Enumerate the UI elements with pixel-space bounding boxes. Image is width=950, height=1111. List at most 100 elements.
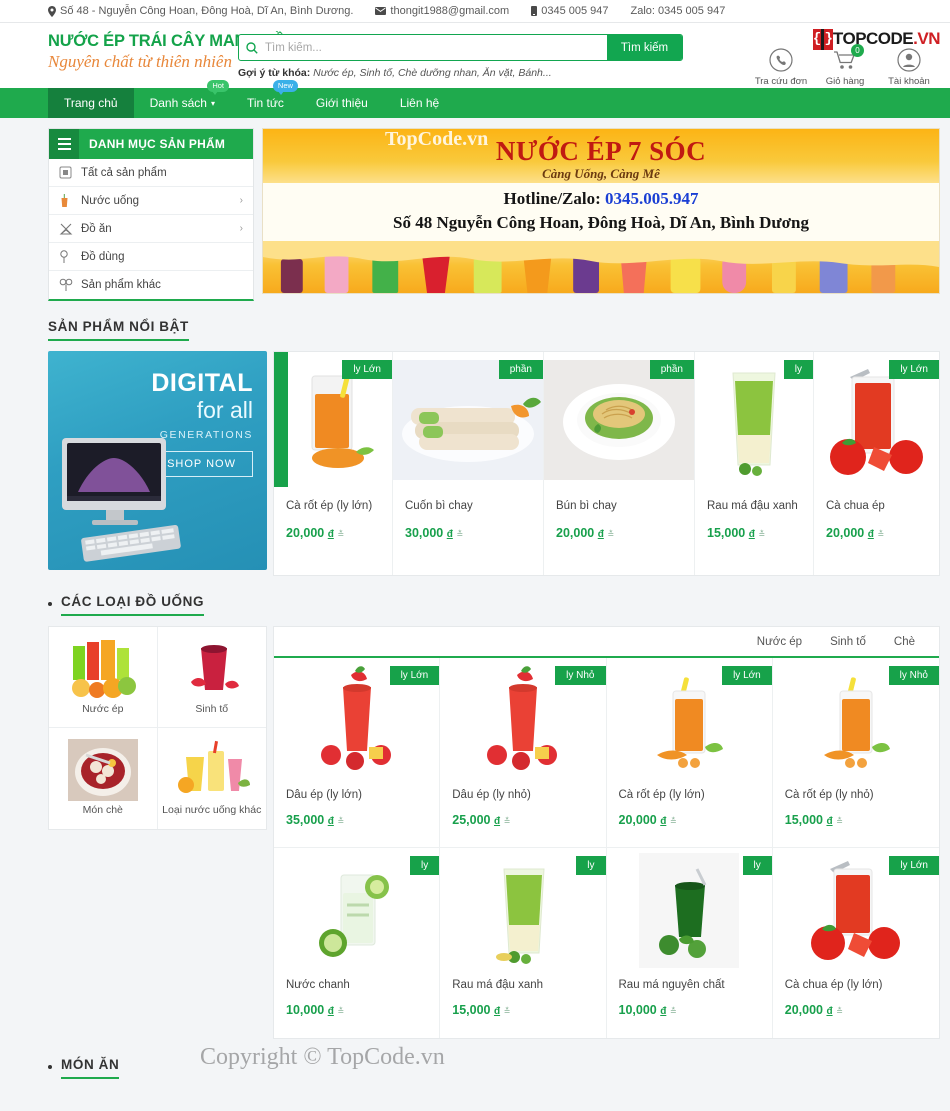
mixed-juice-glasses-image bbox=[60, 635, 146, 703]
currency-symbol: đ bbox=[748, 528, 755, 540]
page-root: Số 48 - Nguyễn Công Hoan, Đông Hoà, Dĩ A… bbox=[0, 0, 950, 1089]
product-price: 35,000 đ ≛ bbox=[286, 813, 345, 827]
chevron-right-icon: › bbox=[239, 223, 243, 234]
product-price: 10,000 đ ≛ bbox=[618, 1003, 677, 1017]
search-button[interactable]: Tìm kiếm bbox=[607, 35, 682, 60]
nav-item-tin-tuc[interactable]: New Tin tức bbox=[231, 80, 300, 118]
carousel-prev-strip[interactable] bbox=[274, 352, 288, 487]
tile-mon-che[interactable]: Món chè bbox=[49, 728, 158, 829]
ad-subtitle: for all bbox=[196, 397, 253, 423]
currency-symbol: đ bbox=[826, 816, 833, 827]
logo-line-2: Nguyên chất từ thiên nhiên bbox=[48, 52, 232, 71]
product-card[interactable]: ly Rau má đậu xanh 15,000 đ ≛ bbox=[440, 848, 607, 1038]
product-badge: phần bbox=[649, 360, 694, 379]
product-badge: ly bbox=[410, 856, 440, 875]
tile-loai-nuoc-uong-khac[interactable]: Loại nước uống khác bbox=[158, 728, 267, 829]
nav-label: Trang chủ bbox=[64, 96, 118, 110]
currency-symbol: đ bbox=[493, 816, 501, 827]
product-price: 10,000 đ ≛ bbox=[286, 1003, 345, 1017]
tab-che[interactable]: Chè bbox=[880, 636, 929, 648]
nav-item-trang-chu[interactable]: Trang chủ bbox=[48, 88, 134, 118]
main-navigation: Trang chủ Hot Danh sách ▾ New Tin tức Gi… bbox=[0, 80, 950, 118]
product-price: 20,000 đ ≛ bbox=[556, 525, 615, 540]
product-badge: phần bbox=[498, 360, 543, 379]
drinks-panel: Nước ép Sinh tố Chè ly Lớn Dâu ép (ly lớ… bbox=[273, 626, 940, 1039]
nav-item-danh-sach[interactable]: Hot Danh sách ▾ bbox=[134, 80, 231, 118]
search-area: Tìm kiếm Gợi ý từ khóa: Nước ép, Sinh tố… bbox=[238, 28, 683, 79]
strawberry-smoothie-image bbox=[169, 635, 255, 703]
product-price: 30,000 đ ≛ bbox=[405, 525, 464, 540]
currency-symbol: đ bbox=[327, 816, 334, 827]
hamburger-menu-icon[interactable] bbox=[49, 129, 79, 159]
sidebar-item-do-an[interactable]: Đồ ăn › bbox=[49, 215, 253, 243]
sidebar-item-tat-ca-san-pham[interactable]: Tất cả sản phẩm bbox=[49, 159, 253, 187]
nav-item-lien-he[interactable]: Liên hệ bbox=[384, 88, 455, 118]
envelope-icon bbox=[375, 7, 387, 15]
tile-label: Sinh tố bbox=[195, 703, 229, 715]
grid-all-products-icon bbox=[59, 166, 81, 179]
product-card[interactable]: ly Nước chanh 10,000 đ ≛ bbox=[274, 848, 441, 1038]
tab-nuoc-ep[interactable]: Nước ép bbox=[743, 636, 816, 648]
banner-bottom-stripe bbox=[263, 241, 939, 293]
product-card[interactable]: ly Lớn Dâu ép (ly lớn) 35,000 đ ≛ bbox=[274, 658, 441, 848]
topbar-phone[interactable]: 0345 005 947 bbox=[531, 5, 609, 17]
promo-banner[interactable]: NƯỚC ÉP 7 SÓC Càng Uống, Càng Mê Hotline… bbox=[262, 128, 940, 294]
sidebar-item-label: Tất cả sản phẩm bbox=[81, 166, 167, 179]
product-card[interactable]: ly Lớn Cà rốt ép (ly lớn) 20,000 đ ≛ bbox=[606, 658, 773, 848]
product-badge: ly Lớn bbox=[889, 856, 939, 875]
product-badge: ly Lớn bbox=[889, 360, 939, 379]
search-keyword-suggestions: Gợi ý từ khóa: Nước ép, Sinh tố, Chè dưỡ… bbox=[238, 67, 683, 79]
side-advertisement[interactable]: DIGITAL for all GENERATIONS SHOP NOW bbox=[48, 351, 267, 570]
product-price: 20,000 đ ≛ bbox=[286, 525, 345, 540]
product-card[interactable]: ly Lớn Cà chua ép 20,000 đ ≛ bbox=[814, 352, 939, 575]
banner-hotline-number: 0345.005.947 bbox=[605, 189, 699, 208]
topbar-address-text: Số 48 - Nguyễn Công Hoan, Đông Hoà, Dĩ A… bbox=[60, 5, 354, 17]
product-badge: ly Nhỏ bbox=[888, 666, 939, 685]
nav-label: Tin tức bbox=[246, 96, 284, 110]
product-name: Rau má nguyên chất bbox=[618, 979, 725, 991]
banner-hotline: Hotline/Zalo: 0345.005.947 bbox=[263, 189, 939, 209]
product-name: Cuốn bì chay bbox=[405, 500, 473, 512]
drinks-section-heading: CÁC LOẠI ĐỒ UỐNG bbox=[48, 576, 940, 626]
tab-sinh-to[interactable]: Sinh tố bbox=[816, 636, 880, 648]
topbar-phone-text: 0345 005 947 bbox=[541, 5, 609, 17]
sidebar-item-san-pham-khac[interactable]: Sản phẩm khác bbox=[49, 271, 253, 299]
banner-hotline-label: Hotline/Zalo: bbox=[503, 189, 601, 208]
topbar-email[interactable]: thongit1988@gmail.com bbox=[375, 5, 509, 17]
tile-label: Món chè bbox=[82, 804, 123, 816]
chevron-down-icon: ▾ bbox=[210, 98, 215, 108]
topbar-zalo[interactable]: Zalo: 0345 005 947 bbox=[631, 5, 726, 17]
featured-products-row: DIGITAL for all GENERATIONS SHOP NOW ly … bbox=[48, 351, 940, 576]
currency-symbol: đ bbox=[327, 528, 334, 540]
main-content: DANH MỤC SẢN PHẨM Tất cả sản phẩm Nước u… bbox=[0, 118, 950, 1089]
product-card[interactable]: ly Nhỏ Dâu ép (ly nhỏ) 25,000 đ ≛ bbox=[440, 658, 607, 848]
nav-badge-hot: Hot bbox=[207, 80, 229, 95]
currency-symbol: đ bbox=[867, 528, 874, 540]
product-card[interactable]: phần Bún bì chay 20,000 đ ≛ bbox=[544, 352, 695, 575]
product-card[interactable]: phần Cuốn bì chay 30,000 đ ≛ bbox=[393, 352, 544, 575]
topbar-email-text: thongit1988@gmail.com bbox=[390, 5, 510, 17]
sidebar-item-do-dung[interactable]: Đồ dùng bbox=[49, 243, 253, 271]
search-box[interactable]: Tìm kiếm bbox=[238, 34, 683, 61]
product-name: Rau má đậu xanh bbox=[452, 979, 544, 991]
tile-sinh-to[interactable]: Sinh tố bbox=[157, 627, 266, 728]
currency-symbol: đ bbox=[660, 1006, 667, 1017]
product-card[interactable]: ly Nhỏ Cà rốt ép (ly nhỏ) 15,000 đ ≛ bbox=[772, 658, 939, 848]
category-menu-title: DANH MỤC SẢN PHẨM bbox=[89, 137, 226, 151]
banner-title: NƯỚC ÉP 7 SÓC bbox=[495, 136, 707, 166]
sidebar-item-nuoc-uong[interactable]: Nước uống › bbox=[49, 187, 253, 215]
product-card[interactable]: ly Lớn Cà rốt ép (ly lớn) 20,000 đ ≛ bbox=[274, 352, 393, 575]
nav-item-gioi-thieu[interactable]: Giới thiệu bbox=[300, 88, 384, 118]
site-logo[interactable]: NƯỚC ÉP TRÁI CÂY MANG VỀ Nguyên chất từ … bbox=[0, 28, 285, 72]
sidebar-item-label: Nước uống bbox=[81, 194, 140, 207]
product-card[interactable]: ly Rau má đậu xanh 15,000 đ ≛ bbox=[695, 352, 814, 575]
tile-nuoc-ep[interactable]: Nước ép bbox=[49, 627, 158, 728]
ad-title: DIGITAL bbox=[151, 369, 253, 397]
search-input[interactable] bbox=[265, 35, 607, 60]
food-title: MÓN ĂN bbox=[61, 1057, 120, 1079]
product-card[interactable]: ly Lớn Cà chua ép (ly lớn) 20,000 đ ≛ bbox=[772, 848, 939, 1038]
location-pin-icon bbox=[48, 5, 56, 17]
product-badge: ly Lớn bbox=[389, 666, 440, 685]
product-card[interactable]: ly Rau má nguyên chất 10,000 đ ≛ bbox=[606, 848, 773, 1038]
food-bowl-icon bbox=[59, 222, 81, 236]
